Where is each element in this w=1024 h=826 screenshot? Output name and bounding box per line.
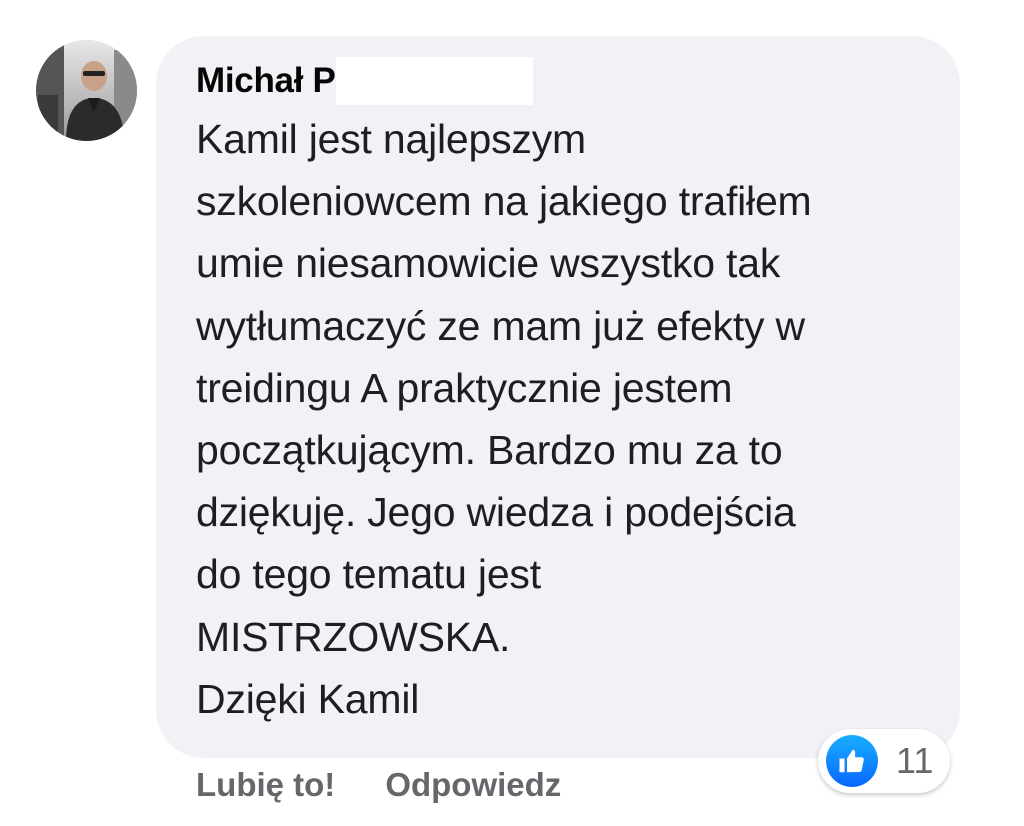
like-thumbs-up-icon (826, 735, 878, 787)
comment-author-row: Michał P (196, 56, 533, 106)
comment-text-line: szkoleniowcem na jakiego trafiłem (196, 178, 812, 225)
comment-actions: Lubię to! Odpowiedz (196, 766, 561, 804)
comment-text-line: do tego tematu jest (196, 551, 541, 598)
person-in-car-avatar-icon (36, 40, 137, 141)
comment-text: Kamil jest najlepszym szkoleniowcem na ja… (196, 108, 936, 730)
comment-text-line: początkującym. Bardzo mu za to (196, 427, 783, 474)
comment-text-line: Kamil jest najlepszym (196, 116, 586, 162)
comment-text-line: dziękuję. Jego wiedza i podejścia (196, 489, 796, 536)
reply-button[interactable]: Odpowiedz (385, 766, 561, 804)
author-avatar[interactable] (36, 40, 137, 141)
reaction-summary[interactable]: 11 (818, 729, 950, 793)
comment-text-line: MISTRZOWSKA. (196, 613, 511, 660)
comment-author-name[interactable]: Michał P (196, 61, 336, 101)
comment-text-line: wytłumaczyć ze mam już efekty w (196, 302, 805, 349)
reaction-count: 11 (896, 740, 934, 781)
redaction-box (335, 57, 533, 105)
comment-text-line: Dzięki Kamil (196, 675, 420, 722)
comment-text-line: umie niesamowicie wszystko tak (196, 240, 781, 287)
like-button[interactable]: Lubię to! (196, 766, 335, 804)
comment-text-line: treidingu A praktycznie jestem (196, 364, 733, 411)
